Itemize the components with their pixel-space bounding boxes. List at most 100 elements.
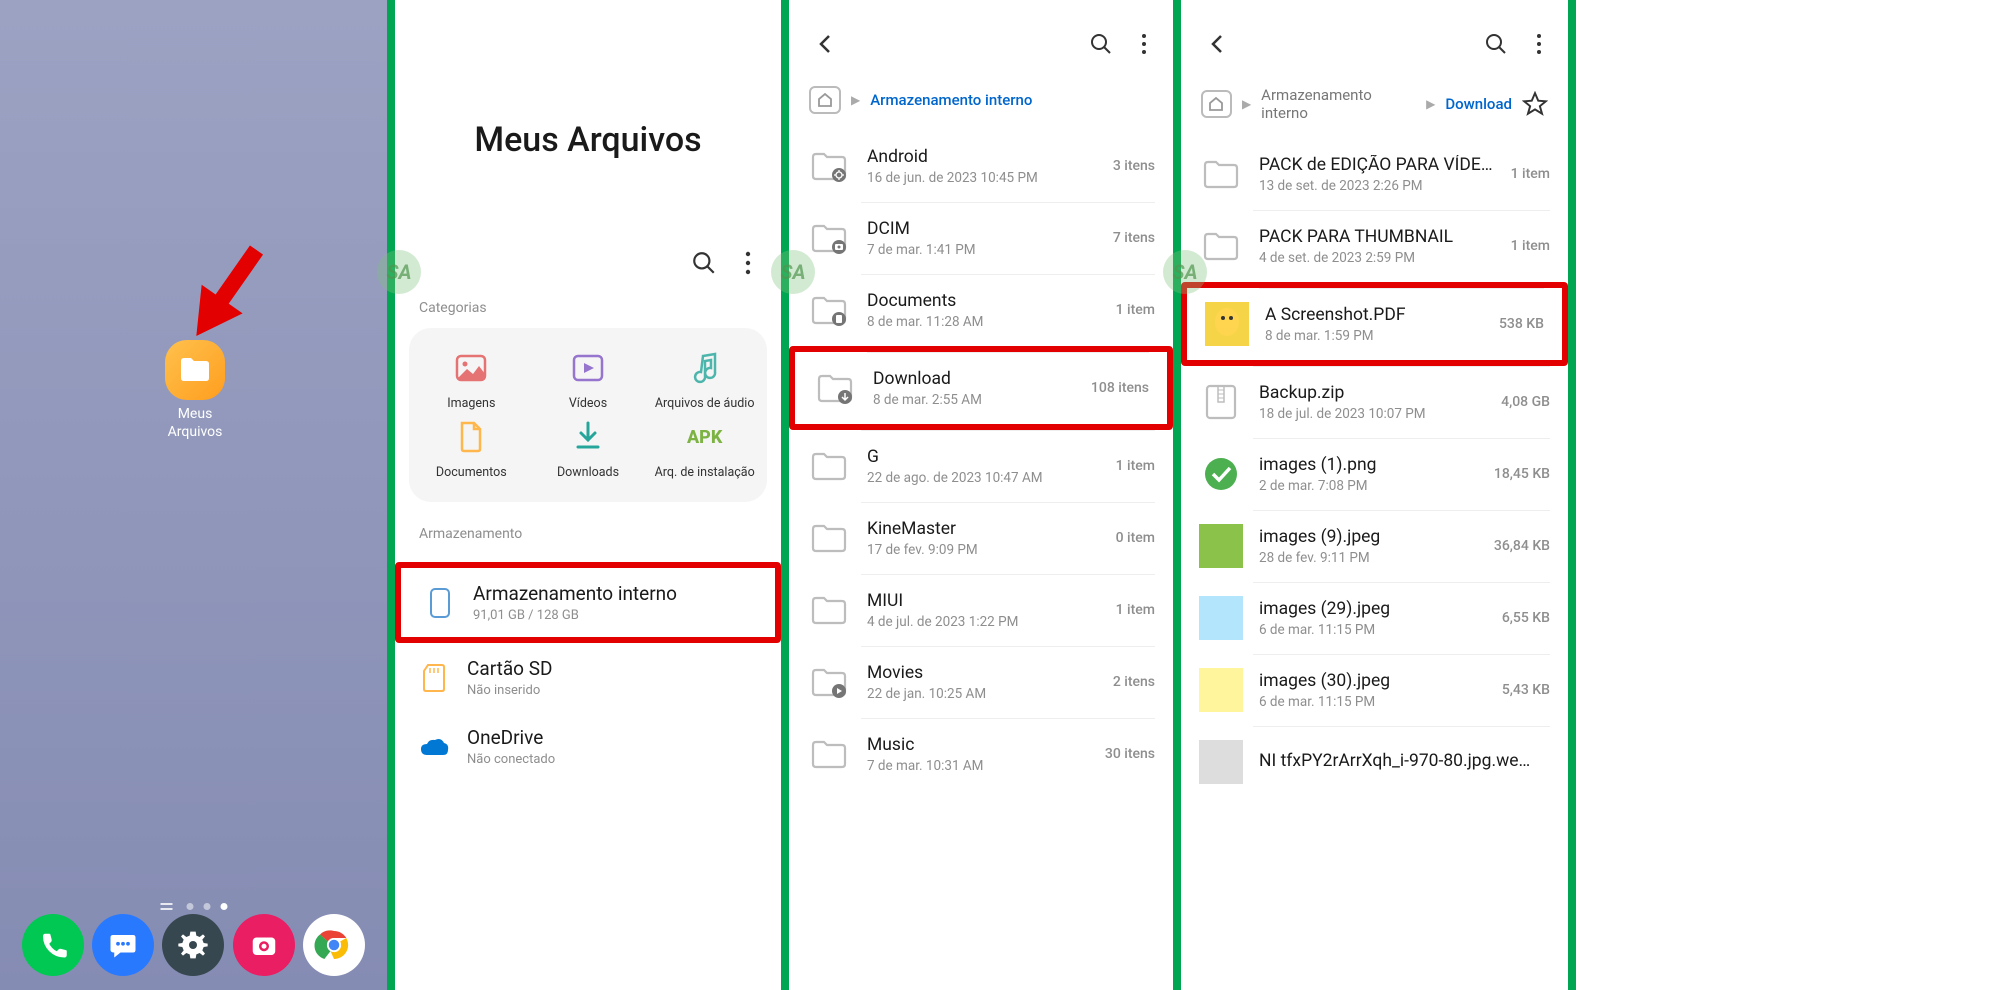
breadcrumb-home-icon[interactable] [809,86,841,114]
overflow-menu-icon[interactable] [1536,32,1542,56]
breadcrumb-home-icon[interactable] [1201,90,1232,118]
page-dot-active [220,903,227,910]
file-thumbnail [1199,740,1243,784]
category-downloads[interactable]: Downloads [534,419,643,480]
folder-row[interactable]: PACK PARA THUMBNAIL 4 de set. de 2023 2:… [1181,210,1568,282]
folder-meta: 8 de mar. 2:55 AM [873,392,1075,408]
folder-row[interactable]: Movies 22 de jan. 10:25 AM 2 itens [789,646,1173,718]
watermark: SA [1163,250,1207,294]
file-row[interactable]: images (29).jpeg 6 de mar. 11:15 PM 6,55… [1181,582,1568,654]
folder-meta: 4 de jul. de 2023 1:22 PM [867,614,1100,630]
folder-icon [807,660,851,704]
breadcrumb-item[interactable]: Armazenamento interno [870,91,1032,109]
folder-icon [807,444,851,488]
file-row[interactable]: images (9).jpeg 28 de fev. 9:11 PM 36,84… [1181,510,1568,582]
folder-icon [813,366,857,410]
folder-count: 2 itens [1113,674,1155,690]
file-name: images (9).jpeg [1259,527,1478,547]
storage-onedrive[interactable]: OneDrive Não conectado [395,712,781,781]
watermark: SA [771,250,815,294]
file-size: 18,45 KB [1494,466,1550,482]
back-icon[interactable] [1207,33,1229,55]
file-thumbnail [1205,302,1249,346]
file-row[interactable]: A Screenshot.PDF 8 de mar. 1:59 PM 538 K… [1181,282,1568,366]
file-row[interactable]: NI tfxPY2rArrXqh_i-970-80.jpg.webp [1181,726,1568,798]
file-name: images (1).png [1259,455,1478,475]
breadcrumb-item-current[interactable]: Download [1445,95,1512,113]
folder-name: Documents [867,291,1100,311]
folder-name: Android [867,147,1097,167]
storage-sd[interactable]: Cartão SD Não inserido [395,643,781,712]
folder-app-icon [165,340,225,400]
settings-app-icon[interactable] [162,914,224,976]
folder-row[interactable]: MIUI 4 de jul. de 2023 1:22 PM 1 item [789,574,1173,646]
breadcrumb-sep-icon: ▶ [1242,97,1251,111]
file-name: A Screenshot.PDF [1265,305,1483,325]
category-videos[interactable]: Vídeos [534,350,643,411]
file-meta: 28 de fev. 9:11 PM [1259,550,1478,566]
folder-count: 3 itens [1113,158,1155,174]
file-size: 1 item [1511,166,1550,182]
folder-meta: 16 de jun. de 2023 10:45 PM [867,170,1097,186]
file-row[interactable]: Backup.zip 18 de jul. de 2023 10:07 PM 4… [1181,366,1568,438]
folder-count: 30 itens [1105,746,1155,762]
page-dot [186,903,193,910]
folder-row[interactable]: PACK de EDIÇÃO PARA VÍDEOS 13 de set. de… [1181,138,1568,210]
phone-app-icon[interactable] [22,914,84,976]
category-documents[interactable]: Documentos [417,419,526,480]
search-icon[interactable] [1484,32,1508,56]
chrome-app-icon[interactable] [303,914,365,976]
folder-icon [807,216,851,260]
categories-label: Categorias [395,276,781,328]
file-row[interactable]: images (1).png 2 de mar. 7:08 PM 18,45 K… [1181,438,1568,510]
folder-row[interactable]: Android 16 de jun. de 2023 10:45 PM 3 it… [789,130,1173,202]
folder-meta: 22 de ago. de 2023 10:47 AM [867,470,1100,486]
folder-count: 7 itens [1113,230,1155,246]
messages-app-icon[interactable] [92,914,154,976]
folder-row[interactable]: G 22 de ago. de 2023 10:47 AM 1 item [789,430,1173,502]
file-meta: 4 de set. de 2023 2:59 PM [1259,250,1495,266]
search-icon[interactable] [1089,32,1113,56]
app-title: Meus Arquivos [395,120,781,160]
folder-row[interactable]: Download 8 de mar. 2:55 AM 108 itens [789,346,1173,430]
file-row[interactable]: images (30).jpeg 6 de mar. 11:15 PM 5,43… [1181,654,1568,726]
storage-internal[interactable]: Armazenamento interno 91,01 GB / 128 GB [395,562,781,643]
search-icon[interactable] [691,250,717,276]
category-images[interactable]: Imagens [417,350,526,411]
breadcrumb: ▶ Armazenamento interno [789,78,1173,130]
file-meta: 6 de mar. 11:15 PM [1259,694,1486,710]
file-size: 36,84 KB [1494,538,1550,554]
folder-row[interactable]: Music 7 de mar. 10:31 AM 30 itens [789,718,1173,790]
folder-name: MIUI [867,591,1100,611]
folder-name: G [867,447,1100,467]
folder-count: 108 itens [1091,380,1149,396]
folder-row[interactable]: DCIM 7 de mar. 1:41 PM 7 itens [789,202,1173,274]
back-icon[interactable] [815,33,837,55]
category-apk[interactable]: APK Arq. de instalação [650,419,759,480]
file-meta: 18 de jul. de 2023 10:07 PM [1259,406,1485,422]
camera-app-icon[interactable] [233,914,295,976]
file-name: images (30).jpeg [1259,671,1486,691]
folder-meta: 7 de mar. 1:41 PM [867,242,1097,258]
folder-count: 0 item [1116,530,1155,546]
folder-name: Music [867,735,1089,755]
overflow-menu-icon[interactable] [745,250,751,276]
folder-icon [807,144,851,188]
favorite-star-icon[interactable] [1522,91,1548,117]
folder-count: 1 item [1116,602,1155,618]
watermark: SA [377,250,421,294]
home-pagination[interactable] [160,903,227,910]
folder-row[interactable]: KineMaster 17 de fev. 9:09 PM 0 item [789,502,1173,574]
categories-grid: Imagens Vídeos Arquivos de áudio Documen… [409,328,767,502]
storage-list: Armazenamento interno 91,01 GB / 128 GB … [395,554,781,789]
file-size: 5,43 KB [1502,682,1550,698]
app-icon-meus-arquivos[interactable]: Meus Arquivos [165,340,225,441]
folder-row[interactable]: Documents 8 de mar. 11:28 AM 1 item [789,274,1173,346]
category-audio[interactable]: Arquivos de áudio [650,350,759,411]
file-name: images (29).jpeg [1259,599,1486,619]
folder-name: DCIM [867,219,1097,239]
breadcrumb-item[interactable]: Armazenamento interno [1261,86,1416,122]
file-meta: 6 de mar. 11:15 PM [1259,622,1486,638]
overflow-menu-icon[interactable] [1141,32,1147,56]
file-meta: 2 de mar. 7:08 PM [1259,478,1478,494]
